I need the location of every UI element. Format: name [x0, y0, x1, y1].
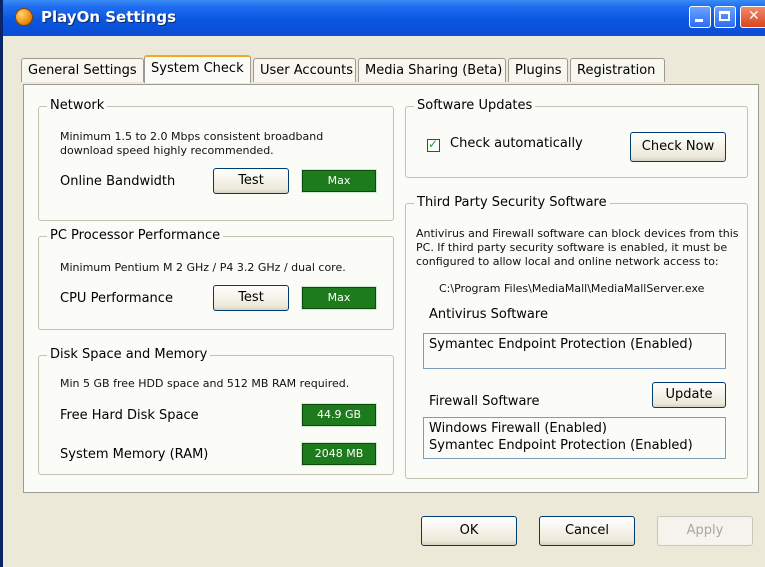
- network-group-title: Network: [47, 98, 108, 113]
- security-description-line2: PC. If third party security software is …: [416, 241, 728, 254]
- check-automatically-checkbox[interactable]: [427, 137, 440, 152]
- network-description-line2: download speed highly recommended.: [60, 144, 274, 157]
- bandwidth-result-badge: Max: [301, 169, 377, 193]
- cancel-button[interactable]: Cancel: [539, 516, 635, 546]
- processor-description: Minimum Pentium M 2 GHz / P4 3.2 GHz / d…: [60, 261, 346, 274]
- close-icon[interactable]: [740, 6, 765, 28]
- processor-group-title: PC Processor Performance: [47, 228, 224, 243]
- tab-media-sharing[interactable]: Media Sharing (Beta): [358, 58, 506, 82]
- tab-registration[interactable]: Registration: [570, 58, 665, 82]
- free-disk-label: Free Hard Disk Space: [60, 408, 199, 423]
- check-now-button[interactable]: Check Now: [630, 132, 726, 162]
- antivirus-list[interactable]: Symantec Endpoint Protection (Enabled): [423, 333, 726, 369]
- firewall-label: Firewall Software: [429, 394, 540, 409]
- network-group: Network Minimum 1.5 to 2.0 Mbps consiste…: [38, 98, 394, 221]
- maximize-icon[interactable]: [714, 6, 736, 28]
- check-automatically-label[interactable]: Check automatically: [450, 136, 583, 151]
- disk-memory-group-title: Disk Space and Memory: [47, 347, 211, 362]
- tab-user-accounts[interactable]: User Accounts: [253, 58, 356, 82]
- title-bar[interactable]: PlayOn Settings: [3, 0, 765, 36]
- firewall-list[interactable]: Windows Firewall (Enabled) Symantec Endp…: [423, 417, 726, 459]
- minimize-icon[interactable]: [689, 6, 711, 28]
- system-memory-value: 2048 MB: [301, 442, 377, 466]
- bandwidth-test-button[interactable]: Test: [213, 168, 289, 194]
- firewall-item: Windows Firewall (Enabled): [429, 421, 607, 436]
- server-path: C:\Program Files\MediaMall\MediaMallServ…: [439, 282, 705, 295]
- antivirus-item: Symantec Endpoint Protection (Enabled): [429, 337, 693, 352]
- system-memory-label: System Memory (RAM): [60, 447, 209, 462]
- security-description-line1: Antivirus and Firewall software can bloc…: [416, 227, 739, 240]
- security-software-title: Third Party Security Software: [414, 195, 610, 210]
- window-title: PlayOn Settings: [41, 8, 177, 26]
- tab-plugins[interactable]: Plugins: [508, 58, 568, 82]
- playon-app-icon: [15, 8, 33, 26]
- disk-memory-description: Min 5 GB free HDD space and 512 MB RAM r…: [60, 377, 350, 390]
- tab-general-settings[interactable]: General Settings: [21, 58, 144, 82]
- free-disk-value: 44.9 GB: [301, 403, 377, 427]
- cpu-performance-label: CPU Performance: [60, 291, 173, 306]
- security-description-line3: configured to allow local and online net…: [416, 255, 719, 268]
- network-description-line1: Minimum 1.5 to 2.0 Mbps consistent broad…: [60, 130, 324, 143]
- antivirus-label: Antivirus Software: [429, 307, 548, 322]
- software-updates-title: Software Updates: [414, 98, 536, 113]
- settings-window: PlayOn Settings General Settings System …: [0, 0, 765, 567]
- cpu-test-button[interactable]: Test: [213, 285, 289, 311]
- security-software-group: Third Party Security Software Antivirus …: [405, 195, 748, 479]
- apply-button[interactable]: Apply: [657, 516, 753, 546]
- ok-button[interactable]: OK: [421, 516, 517, 546]
- firewall-item: Symantec Endpoint Protection (Enabled): [429, 438, 693, 453]
- online-bandwidth-label: Online Bandwidth: [60, 174, 176, 189]
- software-updates-group: Software Updates Check automatically Che…: [405, 98, 748, 178]
- firewall-update-button[interactable]: Update: [652, 382, 726, 408]
- tab-system-check[interactable]: System Check: [144, 55, 251, 83]
- disk-memory-group: Disk Space and Memory Min 5 GB free HDD …: [38, 347, 394, 475]
- system-check-panel: Network Minimum 1.5 to 2.0 Mbps consiste…: [23, 84, 759, 493]
- cpu-result-badge: Max: [301, 286, 377, 310]
- processor-group: PC Processor Performance Minimum Pentium…: [38, 228, 394, 330]
